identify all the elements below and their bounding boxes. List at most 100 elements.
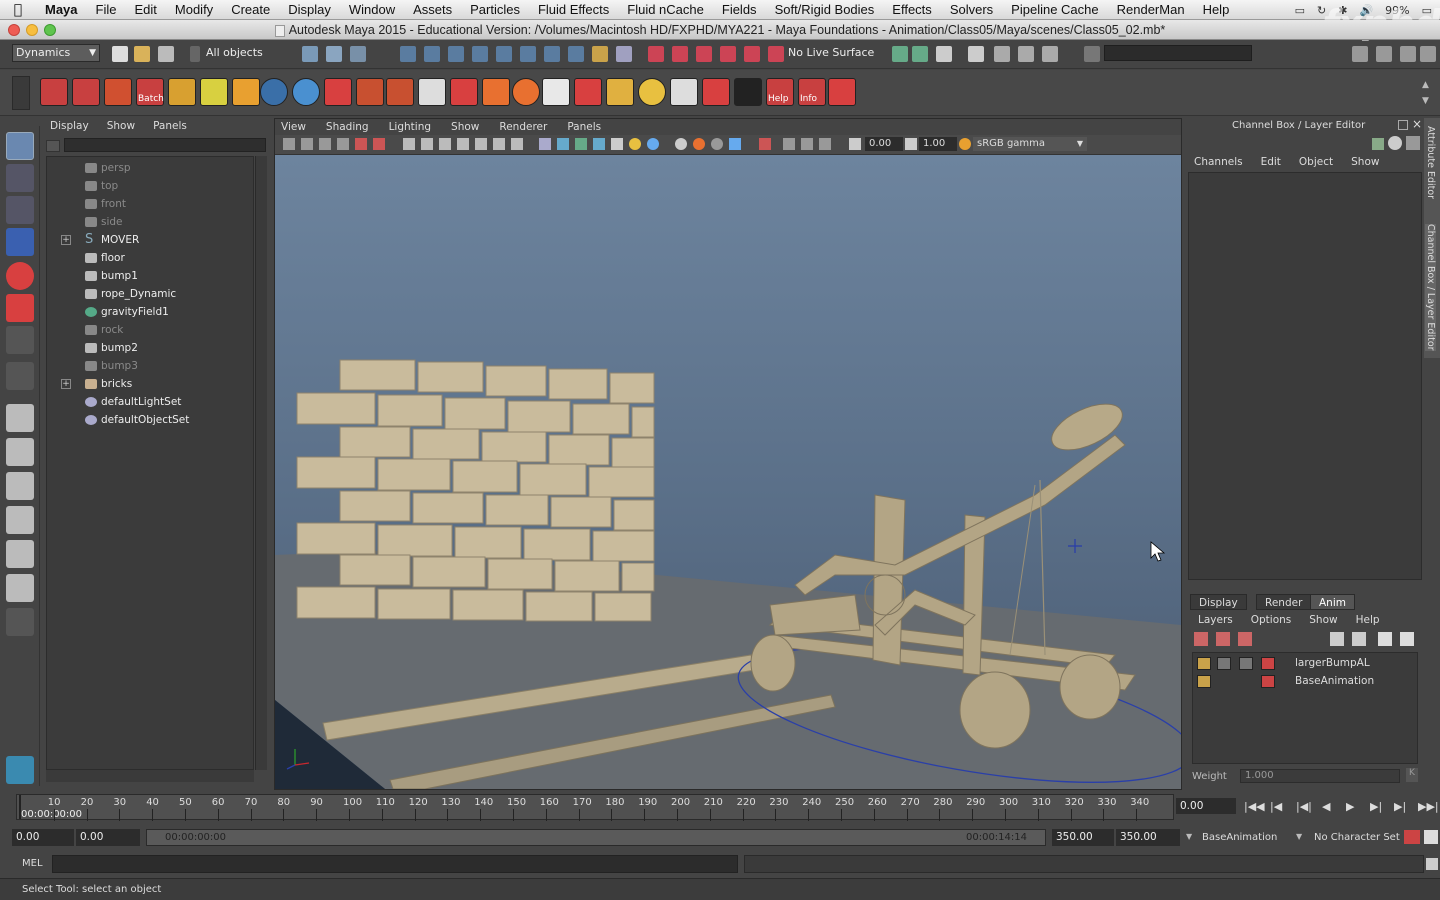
save-scene-icon[interactable] bbox=[158, 46, 174, 62]
step-forward-key-icon[interactable]: ▶| bbox=[1370, 800, 1382, 813]
shelf-particle-icon[interactable] bbox=[356, 78, 384, 106]
layer-weight-field[interactable]: 1.000 bbox=[1240, 769, 1400, 783]
outliner-menu-show[interactable]: Show bbox=[107, 120, 135, 132]
apple-icon[interactable]:  bbox=[0, 2, 36, 18]
film-gate-icon[interactable] bbox=[421, 138, 433, 150]
scale-tool-icon[interactable] bbox=[6, 294, 34, 322]
shelf-hand-icon[interactable] bbox=[482, 78, 510, 106]
safe-title-icon[interactable] bbox=[511, 138, 523, 150]
menu-effects[interactable]: Effects bbox=[883, 2, 941, 17]
clipboard-icon[interactable] bbox=[936, 46, 952, 62]
channel-menu-show[interactable]: Show bbox=[1351, 156, 1379, 168]
channel-hyper-icon[interactable] bbox=[1406, 136, 1420, 150]
live-surface-label[interactable]: No Live Surface bbox=[788, 46, 874, 59]
channel-menu-object[interactable]: Object bbox=[1299, 156, 1333, 168]
attribute-editor-icon[interactable] bbox=[994, 46, 1010, 62]
select-object-icon[interactable] bbox=[326, 46, 342, 62]
outliner-item-rock[interactable]: rock bbox=[47, 321, 253, 339]
shelf-eye-icon[interactable] bbox=[200, 78, 228, 106]
menu-edit[interactable]: Edit bbox=[125, 2, 165, 17]
menuset-dropdown[interactable]: Dynamics ▼ bbox=[12, 44, 100, 62]
lasso-tool-icon[interactable] bbox=[6, 164, 34, 192]
select-component-icon[interactable] bbox=[350, 46, 366, 62]
command-language-toggle[interactable]: MEL bbox=[22, 858, 43, 869]
weighted-key-icon[interactable] bbox=[1238, 632, 1252, 646]
construction-history-icon[interactable] bbox=[616, 46, 632, 62]
shelf-light-icon[interactable] bbox=[232, 78, 260, 106]
outliner-item-persp[interactable]: persp bbox=[47, 159, 253, 177]
step-forward-frame-icon[interactable]: ▶| bbox=[1394, 800, 1406, 813]
tab-channel-box-layer-editor[interactable]: Channel Box / Layer Editor bbox=[1425, 224, 1436, 351]
menu-display[interactable]: Display bbox=[279, 2, 340, 17]
grid-icon[interactable] bbox=[403, 138, 415, 150]
step-back-frame-icon[interactable]: |◀ bbox=[1270, 800, 1282, 813]
mudbox-icon[interactable] bbox=[6, 756, 34, 784]
new-empty-layer-icon[interactable] bbox=[1378, 632, 1392, 646]
move-layer-down-icon[interactable] bbox=[1352, 632, 1366, 646]
snap-live-icon[interactable] bbox=[520, 46, 536, 62]
layout-four-icon[interactable] bbox=[1376, 46, 1392, 62]
gamma-field[interactable]: 1.00 bbox=[919, 137, 957, 151]
modeling-toolkit-icon[interactable] bbox=[968, 46, 984, 62]
outliner-search-input[interactable] bbox=[64, 138, 266, 152]
open-scene-icon[interactable] bbox=[134, 46, 150, 62]
layout-persp-outliner-icon[interactable] bbox=[1400, 46, 1416, 62]
channel-speed-icon[interactable] bbox=[1388, 136, 1402, 150]
layout-two-pane-icon[interactable] bbox=[6, 574, 34, 602]
outliner-item-side[interactable]: side bbox=[47, 213, 253, 231]
new-scene-icon[interactable] bbox=[112, 46, 128, 62]
viewport-menu-lighting[interactable]: Lighting bbox=[389, 121, 431, 133]
image-plane-icon[interactable] bbox=[337, 138, 349, 150]
go-to-end-icon[interactable]: ▶▶| bbox=[1418, 800, 1439, 813]
outliner-item-bump1[interactable]: bump1 bbox=[47, 267, 253, 285]
toolbox-collapse-icon[interactable] bbox=[6, 608, 34, 636]
color-management-icon[interactable] bbox=[959, 138, 971, 150]
snap-surface-icon[interactable] bbox=[496, 46, 512, 62]
shelf-no-entry-icon[interactable] bbox=[168, 78, 196, 106]
viewport-3d-scene[interactable] bbox=[275, 155, 1181, 789]
camera-attributes-icon[interactable] bbox=[301, 138, 313, 150]
render-view-icon[interactable] bbox=[744, 46, 760, 62]
hypershade-icon[interactable] bbox=[720, 46, 736, 62]
xray-components-icon[interactable] bbox=[819, 138, 831, 150]
airplay-icon[interactable]: ▭ bbox=[1295, 4, 1305, 17]
resolution-gate-icon[interactable] bbox=[439, 138, 451, 150]
shelf-paint-icon[interactable] bbox=[324, 78, 352, 106]
anti-aliasing-icon[interactable] bbox=[711, 138, 723, 150]
viewport-menu-show[interactable]: Show bbox=[451, 121, 479, 133]
shelf-scroll-down-icon[interactable]: ▼ bbox=[1422, 96, 1429, 106]
shadows-icon[interactable] bbox=[647, 138, 659, 150]
outliner-menu-display[interactable]: Display bbox=[50, 120, 89, 132]
go-to-start-icon[interactable]: |◀◀ bbox=[1244, 800, 1265, 813]
layout-single-pane-icon[interactable] bbox=[6, 404, 34, 432]
smooth-shade-icon[interactable] bbox=[557, 138, 569, 150]
wireframe-on-shaded-icon[interactable] bbox=[575, 138, 587, 150]
layout-persp-hypershade-icon[interactable] bbox=[6, 540, 34, 568]
render-current-icon[interactable] bbox=[648, 46, 664, 62]
layer-tab-display[interactable]: Display bbox=[1190, 594, 1247, 610]
textured-icon[interactable] bbox=[593, 138, 605, 150]
menu-help[interactable]: Help bbox=[1194, 2, 1239, 17]
animation-preferences-icon[interactable] bbox=[1424, 830, 1438, 844]
safe-action-icon[interactable] bbox=[493, 138, 505, 150]
shelf-dynamics-icon[interactable] bbox=[40, 78, 68, 106]
shelf-render-icon[interactable] bbox=[72, 78, 100, 106]
play-forwards-icon[interactable]: ▶ bbox=[1346, 800, 1354, 813]
layout-graph-icon[interactable] bbox=[1420, 46, 1436, 62]
shelf-help-icon[interactable]: Help bbox=[766, 78, 794, 106]
minimize-window-button[interactable] bbox=[26, 24, 38, 36]
mute-icon[interactable] bbox=[1239, 657, 1253, 670]
layer-menu-options[interactable]: Options bbox=[1251, 614, 1292, 626]
question-icon[interactable] bbox=[568, 46, 584, 62]
tool-settings-icon[interactable] bbox=[1018, 46, 1034, 62]
snap-view-icon[interactable] bbox=[472, 46, 488, 62]
shelf-sphere-icon[interactable] bbox=[292, 78, 320, 106]
animation-start-field[interactable]: 0.00 bbox=[12, 829, 74, 846]
checker-icon[interactable] bbox=[611, 138, 623, 150]
layer-menu-layers[interactable]: Layers bbox=[1198, 614, 1233, 626]
two-d-pan-icon[interactable] bbox=[355, 138, 367, 150]
shelf-lamp-icon[interactable] bbox=[606, 78, 634, 106]
shelf-scroll-up-icon[interactable]: ▲ bbox=[1422, 80, 1429, 90]
menu-particles[interactable]: Particles bbox=[461, 2, 529, 17]
channel-menu-channels[interactable]: Channels bbox=[1194, 156, 1243, 168]
